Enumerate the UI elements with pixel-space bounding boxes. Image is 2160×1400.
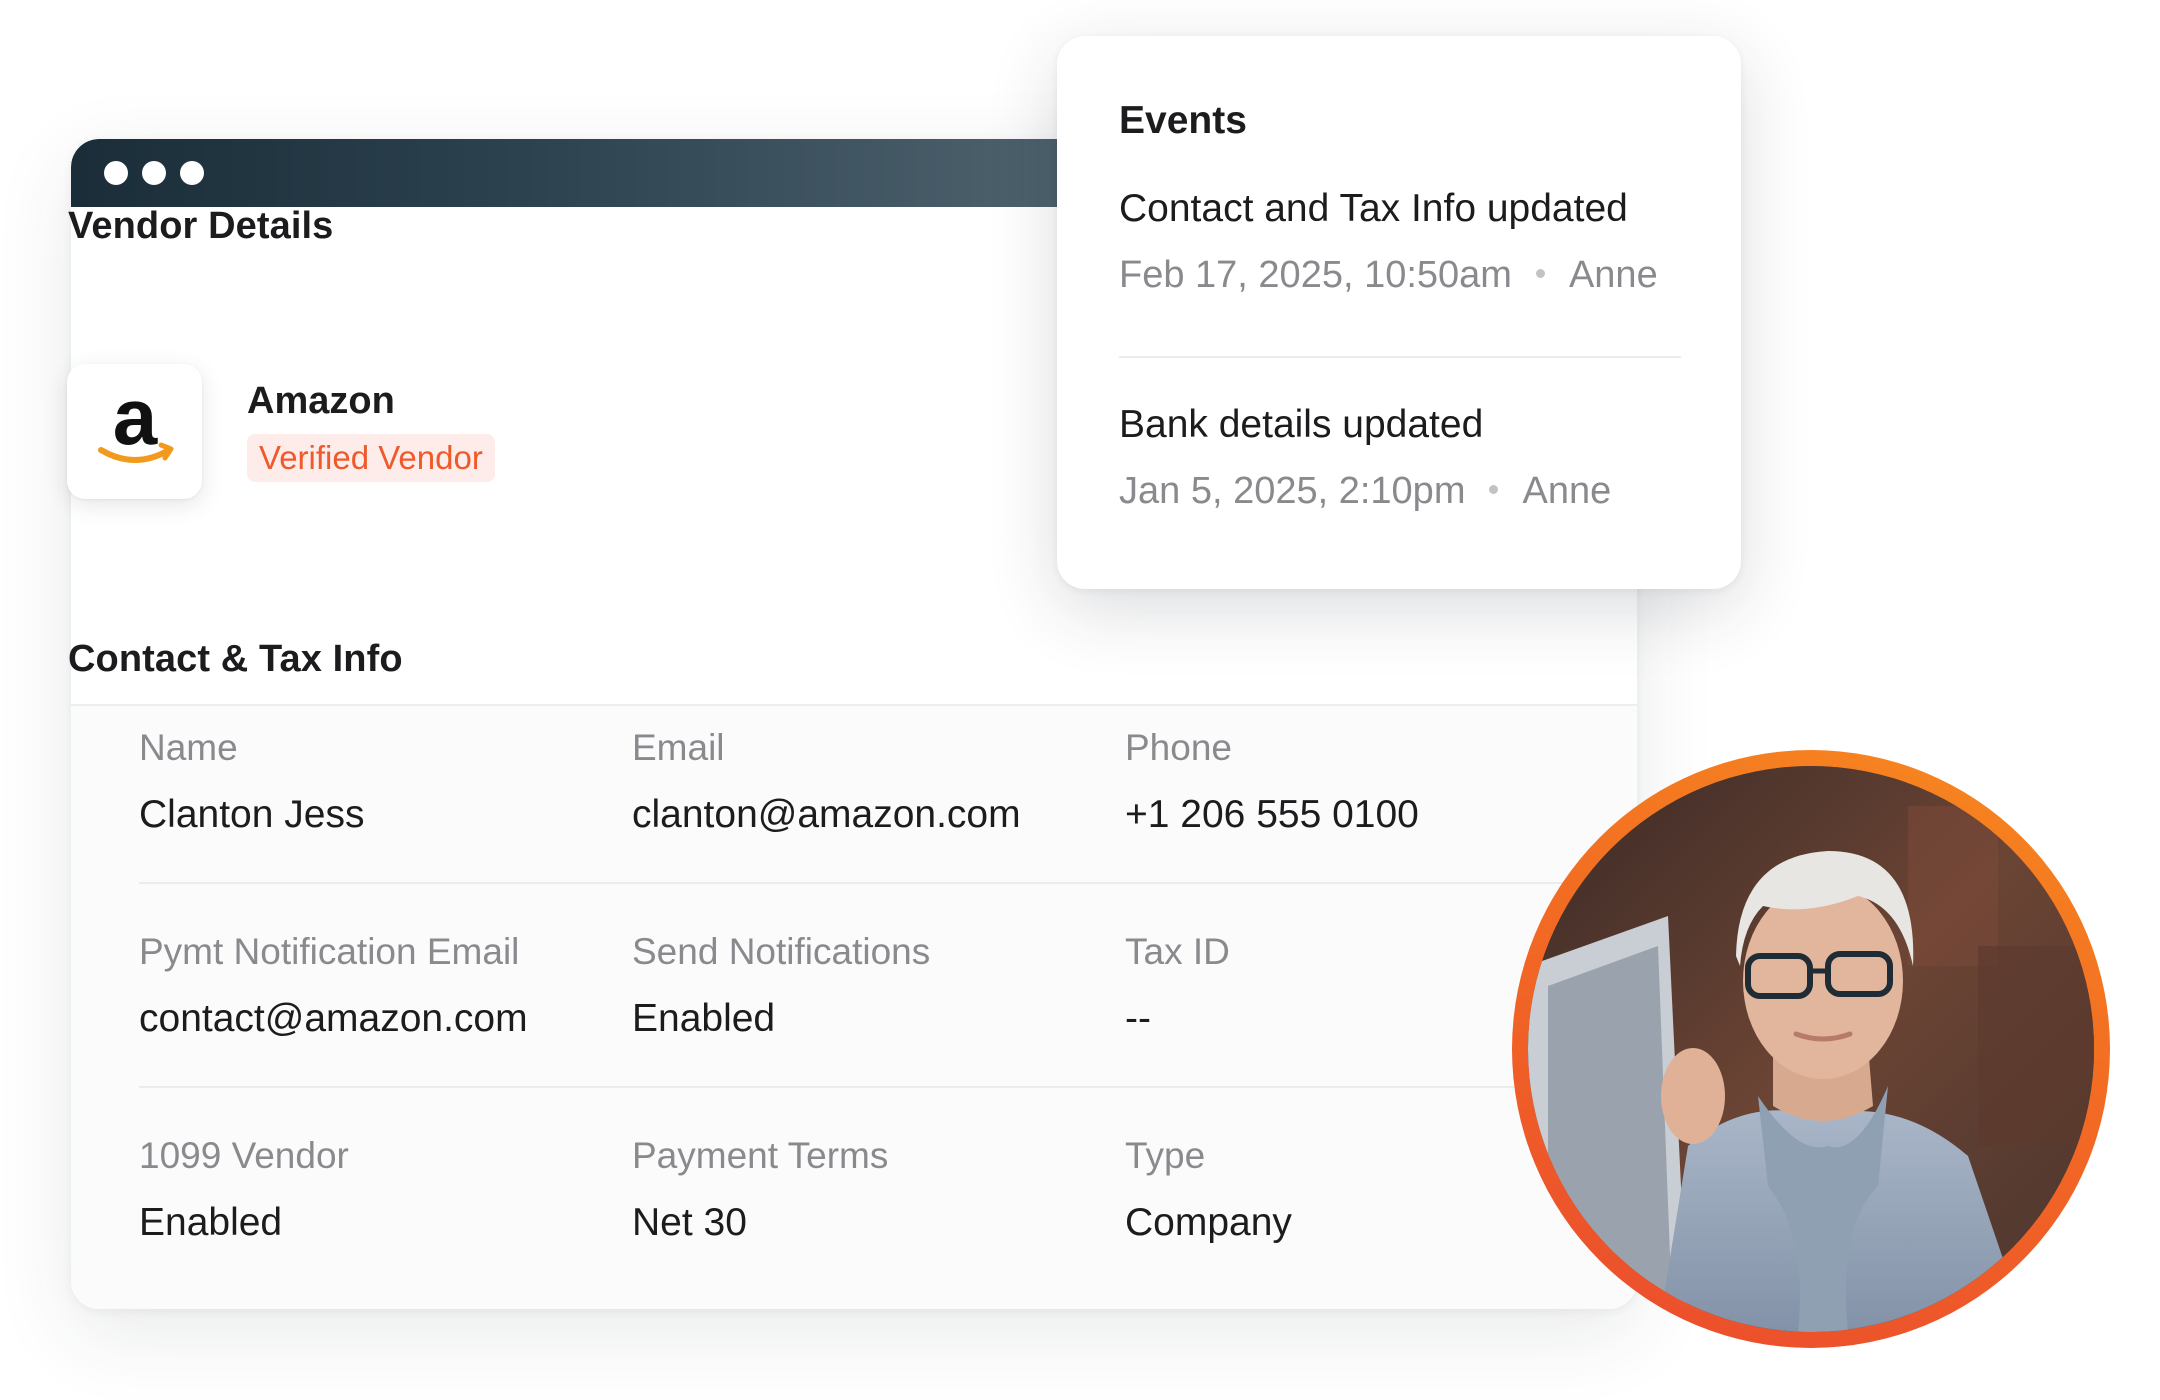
row-divider	[139, 882, 1569, 884]
verified-vendor-badge: Verified Vendor	[247, 434, 495, 482]
event-user: Anne	[1522, 470, 1612, 512]
field-value-type: Company	[1125, 1201, 1292, 1244]
field-value-pymt-notification-email[interactable]: contact@amazon.com	[139, 997, 528, 1041]
person-photo-icon	[1528, 766, 2094, 1332]
field-label-send-notifications: Send Notifications	[632, 931, 931, 972]
avatar-photo	[1528, 766, 2094, 1332]
field-label-payment-terms: Payment Terms	[632, 1135, 889, 1176]
separator-dot-icon	[1535, 269, 1545, 279]
field-value-email[interactable]: clanton@amazon.com	[632, 793, 1021, 837]
field-value-payment-terms: Net 30	[632, 1201, 747, 1244]
row-divider	[139, 1086, 1569, 1088]
svg-text:a: a	[112, 384, 157, 461]
field-label-name: Name	[139, 727, 238, 768]
event-user: Anne	[1568, 254, 1658, 296]
field-value-send-notifications: Enabled	[632, 997, 776, 1040]
field-value-phone[interactable]: +1 206 555 0100	[1125, 793, 1419, 837]
field-value-name: Clanton Jess	[139, 793, 365, 836]
event-timestamp: Jan 5, 2025, 2:10pm	[1119, 470, 1466, 512]
field-label-type: Type	[1125, 1135, 1206, 1176]
field-label-phone: Phone	[1125, 727, 1232, 768]
separator-dot-icon	[1489, 485, 1499, 495]
stage: Vendor Details a Amazon Verified Vendor …	[0, 0, 2160, 1400]
field-value-tax-id: --	[1125, 997, 1151, 1040]
field-label-1099-vendor: 1099 Vendor	[139, 1135, 349, 1176]
event-item-meta: Jan 5, 2025, 2:10pm Anne	[1119, 470, 1611, 513]
event-item-title[interactable]: Contact and Tax Info updated	[1119, 187, 1628, 231]
event-item-title[interactable]: Bank details updated	[1119, 403, 1483, 447]
event-divider	[1119, 356, 1681, 358]
event-item-meta: Feb 17, 2025, 10:50am Anne	[1119, 254, 1658, 297]
window-dot-icon[interactable]	[104, 161, 128, 185]
vendor-name: Amazon	[247, 380, 395, 422]
field-label-tax-id: Tax ID	[1125, 931, 1230, 972]
events-card: Events Contact and Tax Info updated Feb …	[1057, 36, 1741, 589]
events-title: Events	[1119, 99, 1247, 142]
field-label-pymt-notification-email: Pymt Notification Email	[139, 931, 520, 972]
window-dot-icon[interactable]	[142, 161, 166, 185]
field-value-1099-vendor: Enabled	[139, 1201, 283, 1244]
window-controls	[104, 161, 204, 185]
contact-tax-title: Contact & Tax Info	[68, 638, 403, 680]
event-timestamp: Feb 17, 2025, 10:50am	[1119, 254, 1512, 296]
window-dot-icon[interactable]	[180, 161, 204, 185]
vendor-logo: a	[67, 364, 202, 499]
vendor-details-title: Vendor Details	[68, 205, 334, 247]
field-label-email: Email	[632, 727, 725, 768]
amazon-logo-icon: a	[97, 384, 173, 463]
avatar	[1512, 750, 2110, 1348]
